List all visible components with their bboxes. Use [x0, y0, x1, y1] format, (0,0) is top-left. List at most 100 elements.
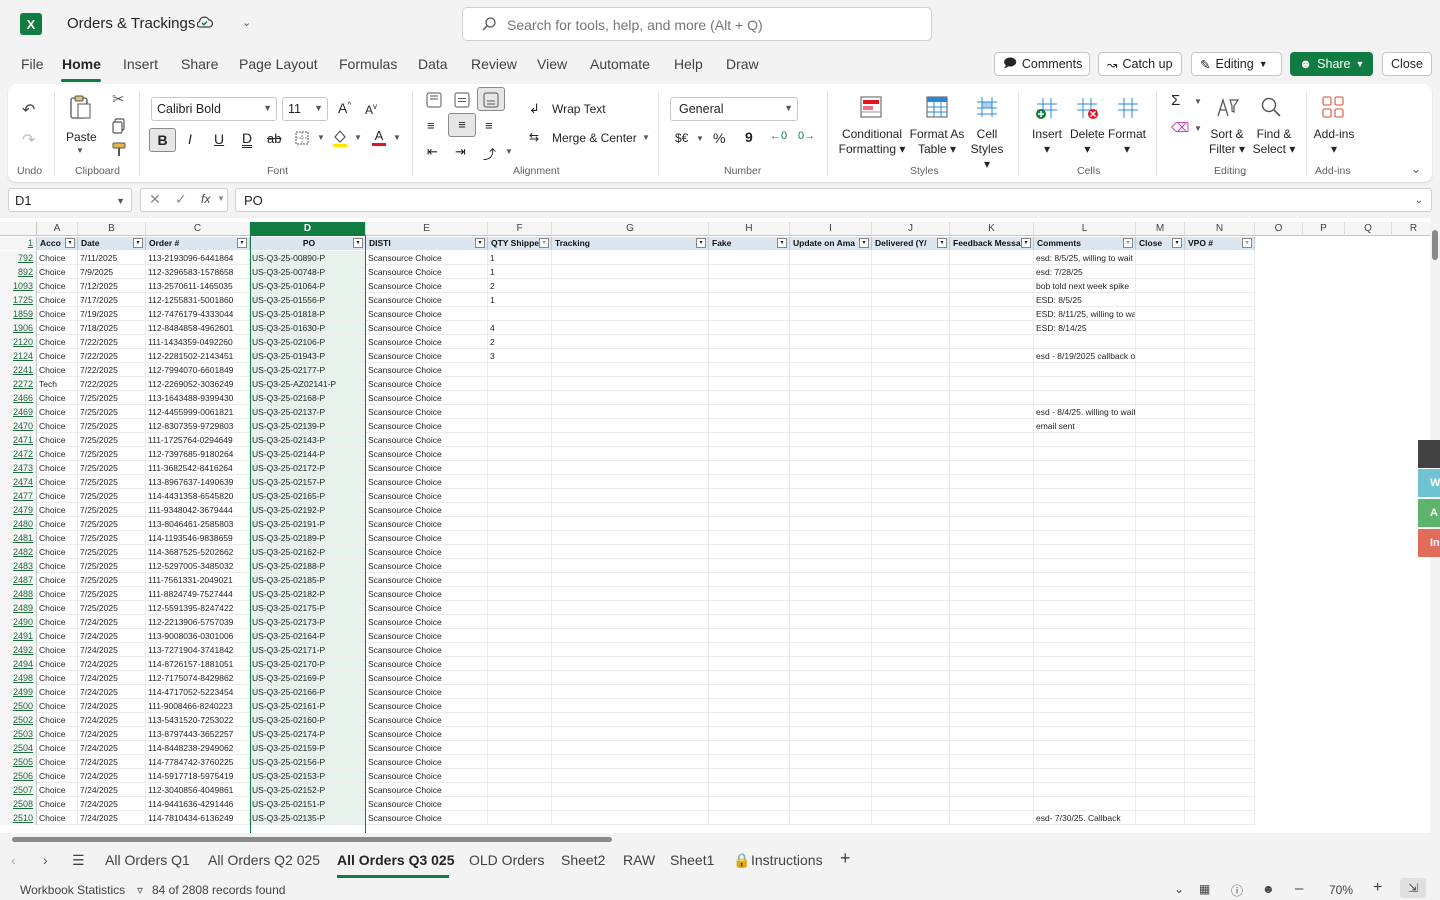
table-cell[interactable]: [1185, 727, 1255, 741]
table-cell[interactable]: [552, 503, 709, 517]
table-cell[interactable]: Scansource Choice: [366, 321, 488, 335]
clear-eraser-icon[interactable]: ⌫: [1171, 120, 1189, 136]
table-cell[interactable]: Scansource Choice: [366, 531, 488, 545]
table-cell[interactable]: US-Q3-25-01556-P: [250, 293, 366, 307]
table-cell[interactable]: [1185, 321, 1255, 335]
table-cell[interactable]: [790, 419, 872, 433]
table-cell[interactable]: Choice: [37, 797, 78, 811]
table-cell[interactable]: [790, 363, 872, 377]
table-cell[interactable]: [1136, 433, 1185, 447]
table-cell[interactable]: esd: 8/5/25, willing to wait: [1034, 251, 1136, 265]
chevron-down-icon[interactable]: ▼: [1194, 124, 1202, 133]
table-cell[interactable]: [1185, 531, 1255, 545]
table-cell[interactable]: [1136, 321, 1185, 335]
increase-indent-icon[interactable]: ⇥: [455, 144, 466, 160]
table-cell[interactable]: 7/25/2025: [78, 587, 146, 601]
table-cell[interactable]: [552, 517, 709, 531]
table-cell[interactable]: [1136, 363, 1185, 377]
table-cell[interactable]: US-Q3-25-02188-P: [250, 559, 366, 573]
sheet-tab-sheet2[interactable]: Sheet2: [561, 852, 605, 868]
table-cell[interactable]: [552, 629, 709, 643]
table-cell[interactable]: [790, 489, 872, 503]
table-cell[interactable]: US-Q3-25-02153-P: [250, 769, 366, 783]
table-cell[interactable]: [872, 251, 950, 265]
wrap-text-button[interactable]: Wrap Text: [552, 102, 606, 117]
table-cell[interactable]: ESD: 8/14/25: [1034, 321, 1136, 335]
table-cell[interactable]: [872, 419, 950, 433]
table-cell[interactable]: [1136, 349, 1185, 363]
table-cell[interactable]: [790, 699, 872, 713]
table-cell[interactable]: 7/9/2025: [78, 265, 146, 279]
table-cell[interactable]: US-Q3-25-02185-P: [250, 573, 366, 587]
table-cell[interactable]: 114-9441636-4291446: [146, 797, 250, 811]
table-cell[interactable]: [709, 615, 790, 629]
table-cell[interactable]: Scansource Choice: [366, 461, 488, 475]
table-cell[interactable]: Scansource Choice: [366, 657, 488, 671]
table-cell[interactable]: US-Q3-25-02162-P: [250, 545, 366, 559]
table-cell[interactable]: [872, 727, 950, 741]
table-cell[interactable]: [552, 475, 709, 489]
row-header[interactable]: 2482: [0, 545, 37, 559]
vertical-scroll-thumb[interactable]: [1432, 230, 1438, 260]
table-cell[interactable]: [552, 447, 709, 461]
table-cell[interactable]: Choice: [37, 461, 78, 475]
table-cell[interactable]: [790, 727, 872, 741]
table-cell[interactable]: [1185, 433, 1255, 447]
table-cell[interactable]: [1034, 657, 1136, 671]
table-cell[interactable]: [1185, 349, 1255, 363]
table-cell[interactable]: [1034, 545, 1136, 559]
table-cell[interactable]: [790, 811, 872, 825]
table-cell[interactable]: US-Q3-25-02156-P: [250, 755, 366, 769]
table-cell[interactable]: [1185, 335, 1255, 349]
table-cell[interactable]: [552, 769, 709, 783]
table-cell[interactable]: [709, 433, 790, 447]
table-cell[interactable]: [1136, 615, 1185, 629]
row-header[interactable]: 2272: [0, 377, 37, 391]
table-cell[interactable]: 112-2213906-5757039: [146, 615, 250, 629]
filter-dropdown-icon[interactable]: ▾: [1021, 238, 1031, 248]
zoom-level[interactable]: 70%: [1329, 883, 1353, 897]
table-cell[interactable]: [552, 321, 709, 335]
table-cell[interactable]: esd: 7/28/25: [1034, 265, 1136, 279]
table-header-cell[interactable]: Comments ▿: [1034, 237, 1136, 250]
table-cell[interactable]: email sent: [1034, 419, 1136, 433]
column-header[interactable]: N: [1185, 222, 1255, 236]
row-header[interactable]: 2124: [0, 349, 37, 363]
table-cell[interactable]: [872, 321, 950, 335]
table-header-cell[interactable]: DISTI ▾: [366, 237, 488, 250]
table-cell[interactable]: [1136, 461, 1185, 475]
table-cell[interactable]: [1136, 755, 1185, 769]
menu-page-layout[interactable]: Page Layout: [239, 56, 318, 72]
table-cell[interactable]: [950, 531, 1034, 545]
table-cell[interactable]: [552, 363, 709, 377]
table-cell[interactable]: 111-9348042-3679444: [146, 503, 250, 517]
table-cell[interactable]: 113-5431520-7253022: [146, 713, 250, 727]
autosum-icon[interactable]: Σ: [1171, 92, 1180, 109]
table-cell[interactable]: [1185, 685, 1255, 699]
table-cell[interactable]: Choice: [37, 517, 78, 531]
table-cell[interactable]: [552, 433, 709, 447]
copy-icon[interactable]: [112, 118, 126, 134]
table-cell[interactable]: [1136, 517, 1185, 531]
row-header[interactable]: 2241: [0, 363, 37, 377]
table-cell[interactable]: [950, 321, 1034, 335]
redo-icon[interactable]: ↷: [22, 130, 35, 150]
number-format-select[interactable]: General ▼: [670, 97, 798, 121]
table-cell[interactable]: [790, 601, 872, 615]
row-header[interactable]: 2510: [0, 811, 37, 825]
chevron-down-icon[interactable]: ▼: [393, 133, 401, 142]
table-cell[interactable]: [950, 265, 1034, 279]
conditional-formatting-button[interactable]: Conditional Formatting ▾: [838, 127, 906, 157]
table-cell[interactable]: [709, 503, 790, 517]
table-cell[interactable]: [1034, 503, 1136, 517]
table-cell[interactable]: Choice: [37, 601, 78, 615]
table-cell[interactable]: 2: [488, 335, 552, 349]
table-cell[interactable]: Choice: [37, 671, 78, 685]
table-cell[interactable]: [1034, 797, 1136, 811]
table-cell[interactable]: 111-7561331-2049021: [146, 573, 250, 587]
table-cell[interactable]: [790, 531, 872, 545]
table-cell[interactable]: [872, 573, 950, 587]
table-cell[interactable]: 113-8967637-1490639: [146, 475, 250, 489]
table-cell[interactable]: [709, 587, 790, 601]
table-header-cell[interactable]: QTY Shippe ▿: [488, 237, 552, 250]
